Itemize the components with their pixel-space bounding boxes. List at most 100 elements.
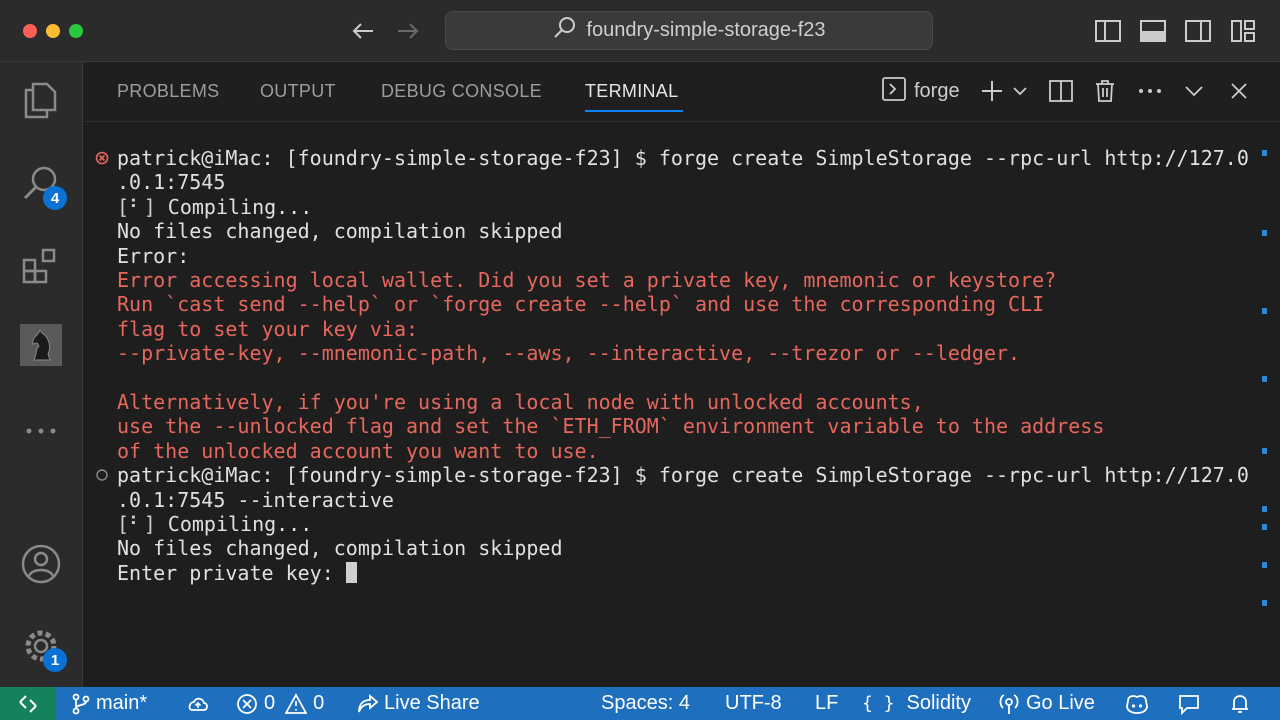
terminal-line-text: .0.1:7545: [117, 170, 226, 195]
tab-output[interactable]: OUTPUT: [260, 81, 336, 102]
terminal-line: of the unlocked account you want to use.: [117, 439, 599, 463]
error-circle-icon: [237, 693, 257, 714]
close-window-button[interactable]: [23, 24, 37, 38]
terminal-line-text: Run `cast send --help` or `forge create …: [117, 292, 1045, 317]
terminal-line: No files changed, compilation skipped: [117, 219, 563, 243]
active-tab-indicator: [585, 110, 683, 112]
terminal-line-text: of the unlocked account you want to use.: [117, 438, 599, 463]
terminal-line-text: No files changed, compilation skipped: [117, 536, 563, 561]
scrollbar-marker: [1262, 308, 1267, 314]
language-mode-status[interactable]: { } Solidity: [862, 687, 971, 720]
terminal-line: Run `cast send --help` or `forge create …: [117, 292, 1044, 316]
eol-status[interactable]: LF: [815, 687, 838, 720]
account-icon[interactable]: [17, 540, 65, 588]
more-actions-icon[interactable]: [1138, 78, 1162, 104]
terminal-line: flag to set your key via:: [117, 317, 418, 341]
cloud-sync-icon: [188, 697, 208, 711]
kill-terminal-trash-icon[interactable]: [1094, 78, 1116, 104]
problems-status[interactable]: 0 0: [236, 687, 324, 720]
indentation-status[interactable]: Spaces: 4: [601, 687, 690, 720]
spinner-glyph: [⠃]: [117, 512, 156, 536]
forward-arrow-icon[interactable]: [393, 16, 423, 46]
command-failed-icon[interactable]: [95, 151, 109, 165]
live-share-button[interactable]: Live Share: [356, 687, 480, 720]
maximize-window-button[interactable]: [69, 24, 83, 38]
terminal-line: [⠃] Compiling...: [117, 512, 312, 536]
settings-gear-icon[interactable]: 1: [17, 622, 67, 672]
encoding-status[interactable]: UTF-8: [725, 687, 782, 720]
terminal-instance-selector[interactable]: forge: [882, 76, 960, 104]
command-pending-icon[interactable]: [95, 468, 109, 482]
scrollbar-marker: [1262, 524, 1267, 530]
tab-debug-console[interactable]: DEBUG CONSOLE: [381, 81, 542, 102]
eol-label: LF: [815, 692, 839, 714]
customize-layout-icon[interactable]: [1230, 18, 1256, 44]
terminal-instance-name: forge: [914, 79, 960, 102]
sync-status[interactable]: [186, 687, 210, 720]
terminal-line: Error accessing local wallet. Did you se…: [117, 268, 1056, 292]
explorer-icon[interactable]: [17, 76, 65, 124]
encoding-label: UTF-8: [725, 692, 782, 714]
scrollbar-marker: [1262, 562, 1267, 568]
toggle-secondary-sidebar-icon[interactable]: [1185, 18, 1211, 44]
terminal-output[interactable]: patrick@iMac: [foundry-simple-storage-f2…: [83, 122, 1280, 687]
search-badge: 4: [43, 186, 67, 210]
terminal-dropdown-chevron-icon[interactable]: [1013, 78, 1027, 104]
terminal-line: patrick@iMac: [foundry-simple-storage-f2…: [117, 146, 1249, 170]
live-share-icon: [358, 693, 378, 712]
terminal-line-text: No files changed, compilation skipped: [117, 219, 563, 244]
terminal-line-text: Enter private key:: [117, 560, 346, 585]
terminal-line: No files changed, compilation skipped: [117, 536, 563, 560]
scrollbar-marker: [1262, 600, 1267, 606]
broadcast-icon: [999, 693, 1019, 714]
scrollbar-marker: [1262, 506, 1267, 512]
terminal-line-text: Error accessing local wallet. Did you se…: [117, 268, 1057, 292]
go-live-button[interactable]: Go Live: [998, 687, 1095, 720]
extensions-icon[interactable]: [17, 242, 65, 290]
terminal-line: Error:: [117, 244, 189, 268]
tab-terminal[interactable]: TERMINAL: [585, 81, 678, 102]
toggle-primary-sidebar-icon[interactable]: [1095, 18, 1121, 44]
error-count: 0: [264, 692, 276, 714]
remote-icon: [19, 694, 37, 713]
terminal-line-text: use the --unlocked flag and set the `ETH…: [117, 414, 1105, 439]
terminal-line: patrick@iMac: [foundry-simple-storage-f2…: [117, 463, 1249, 487]
remote-indicator[interactable]: [0, 687, 56, 720]
language-label: Solidity: [906, 692, 971, 714]
tab-problems[interactable]: PROBLEMS: [117, 81, 219, 102]
feedback-status[interactable]: [1178, 687, 1200, 720]
terminal-line: [⠃] Compiling...: [117, 195, 312, 219]
terminal-line: --private-key, --mnemonic-path, --aws, -…: [117, 341, 1020, 365]
indentation-label: Spaces: 4: [601, 692, 690, 714]
terminal-line-text: Error:: [117, 243, 190, 268]
notifications-status[interactable]: [1230, 687, 1250, 720]
command-center-search[interactable]: foundry-simple-storage-f23: [445, 11, 933, 50]
activity-bar: 4 1: [0, 62, 83, 687]
title-bar: foundry-simple-storage-f23: [0, 0, 1280, 62]
close-panel-icon[interactable]: [1230, 78, 1248, 104]
terminal-line-text: Compiling...: [155, 512, 313, 536]
warning-triangle-icon: [285, 692, 308, 714]
terminal-line: .0.1:7545 --interactive: [117, 488, 394, 512]
split-terminal-icon[interactable]: [1049, 78, 1073, 104]
settings-badge: 1: [43, 648, 67, 672]
back-arrow-icon[interactable]: [348, 16, 378, 46]
scrollbar-marker: [1262, 150, 1267, 156]
scrollbar-marker: [1262, 230, 1267, 236]
terminal-line-text: flag to set your key via:: [117, 316, 419, 341]
chess-extension-icon[interactable]: [20, 324, 62, 366]
search-view-icon[interactable]: 4: [17, 160, 67, 210]
new-terminal-plus-icon[interactable]: [980, 78, 1004, 104]
toggle-panel-icon[interactable]: [1140, 18, 1166, 44]
git-branch-icon: [72, 693, 90, 714]
go-live-label: Go Live: [1026, 692, 1095, 714]
minimize-window-button[interactable]: [46, 24, 60, 38]
copilot-status[interactable]: [1124, 687, 1150, 720]
terminal-cursor: [345, 561, 357, 583]
more-views-icon[interactable]: [17, 407, 65, 455]
copilot-icon: [1126, 694, 1148, 714]
terminal-line: Enter private key:: [117, 561, 357, 585]
maximize-panel-chevron-icon[interactable]: [1185, 78, 1203, 104]
branch-status[interactable]: main*: [72, 687, 147, 720]
status-bar: main* 0 0 Live Share Spaces: 4 UTF-8 LF …: [0, 687, 1280, 720]
